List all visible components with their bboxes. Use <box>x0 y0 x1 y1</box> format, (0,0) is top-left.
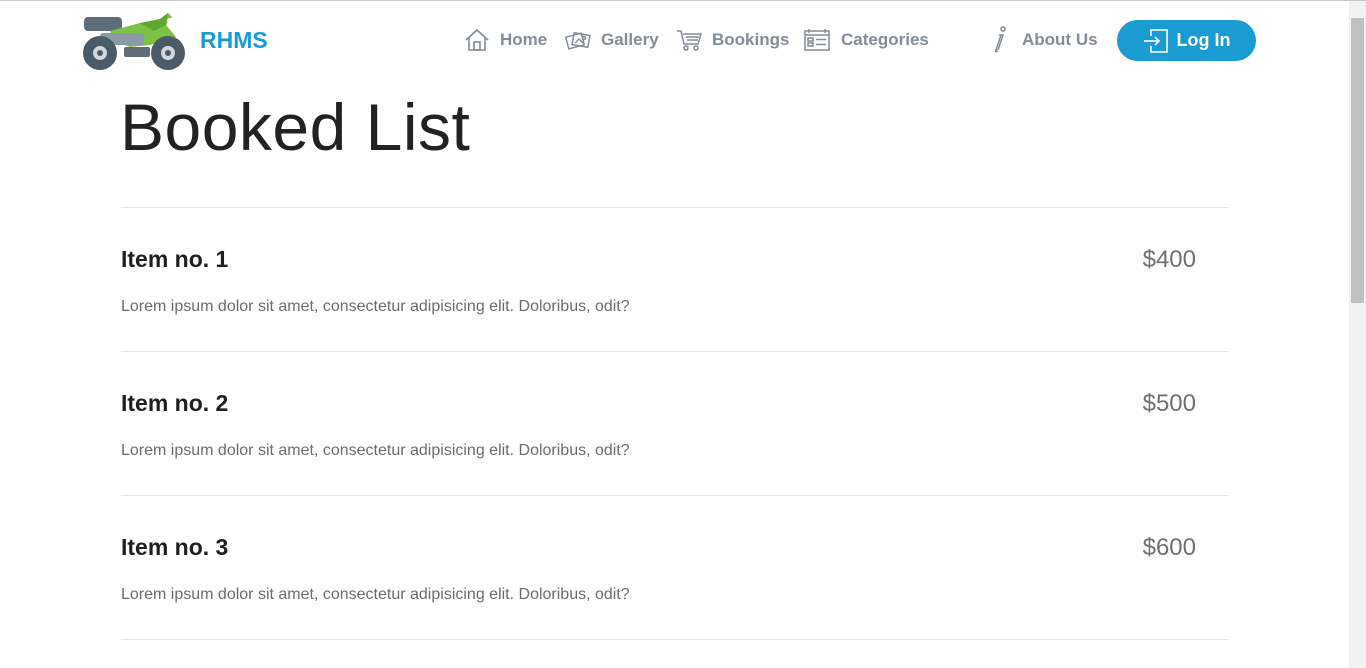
nav-categories-label: Categories <box>841 30 929 49</box>
brand[interactable]: RHMS <box>80 11 268 71</box>
item-title: Item no. 2 <box>121 390 229 416</box>
info-icon <box>995 26 1006 53</box>
nav-home[interactable]: Home <box>464 23 547 57</box>
item-title: Item no. 3 <box>121 534 229 560</box>
item-description: Lorem ipsum dolor sit amet, consectetur … <box>121 586 630 603</box>
item-price: $400 <box>1142 246 1196 273</box>
page-title: Booked List <box>120 90 471 164</box>
login-button[interactable]: Log In <box>1117 20 1256 61</box>
item-price: $500 <box>1142 390 1196 417</box>
nav-home-label: Home <box>500 30 548 49</box>
navbar: RHMS Home Gallery Bookings Categories Ab… <box>0 1 1349 79</box>
motorcycle-icon <box>83 13 185 70</box>
item-title: Item no. 1 <box>121 246 229 272</box>
photos-icon <box>565 31 591 50</box>
item-price: $600 <box>1142 534 1196 561</box>
nav-about-label: About Us <box>1022 30 1098 49</box>
divider <box>121 351 1229 352</box>
login-label: Log In <box>1176 30 1231 50</box>
item-description: Lorem ipsum dolor sit amet, consectetur … <box>121 442 630 459</box>
cart-icon <box>677 30 702 51</box>
divider <box>121 495 1229 496</box>
login-icon <box>1143 28 1168 53</box>
brand-name: RHMS <box>200 27 268 53</box>
scrollbar[interactable] <box>1349 1 1366 668</box>
nav-gallery[interactable]: Gallery <box>565 23 659 57</box>
home-icon <box>465 28 489 51</box>
nav-gallery-label: Gallery <box>601 30 659 49</box>
list-icon <box>804 29 830 51</box>
nav-bookings-label: Bookings <box>712 30 790 49</box>
nav-bookings[interactable]: Bookings <box>676 23 789 57</box>
divider <box>121 207 1229 208</box>
divider <box>121 639 1229 640</box>
item-description: Lorem ipsum dolor sit amet, consectetur … <box>121 298 630 315</box>
scrollbar-thumb[interactable] <box>1351 18 1364 303</box>
nav-about[interactable]: About Us <box>988 23 1098 57</box>
nav-categories[interactable]: Categories <box>803 23 929 57</box>
